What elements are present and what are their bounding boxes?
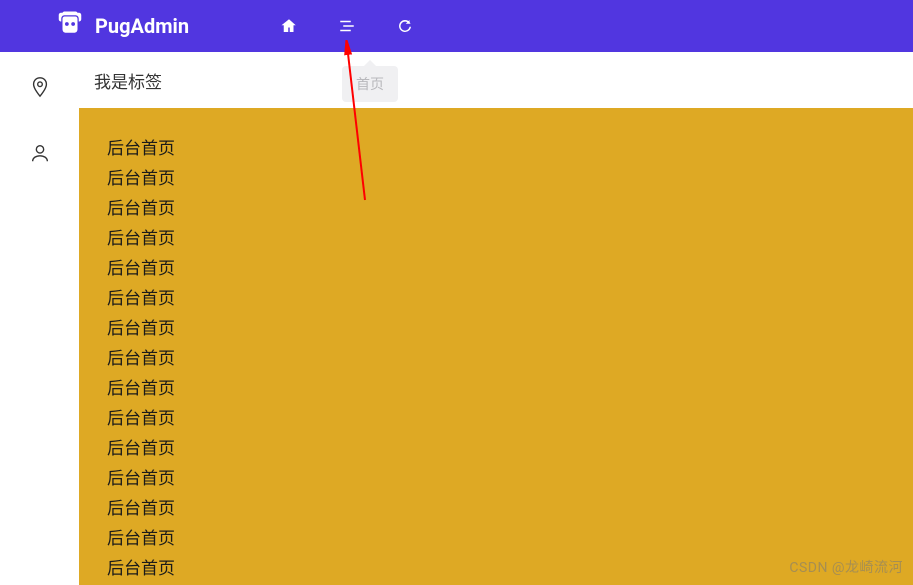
user-icon[interactable] [29, 142, 51, 168]
content-line: 后台首页 [107, 524, 885, 554]
home-icon[interactable] [280, 17, 298, 35]
watermark: CSDN @龙崎流河 [789, 557, 903, 577]
main-area: 我是标签 首页 后台首页后台首页后台首页后台首页后台首页后台首页后台首页后台首页… [79, 52, 913, 585]
header-icon-bar [260, 17, 414, 35]
content-line: 后台首页 [107, 464, 885, 494]
app-name: PugAdmin [95, 14, 189, 38]
content-line: 后台首页 [107, 284, 885, 314]
location-icon[interactable] [29, 76, 51, 102]
tooltip-text: 首页 [356, 77, 384, 93]
menu-icon[interactable] [338, 17, 356, 35]
tab-label: 我是标签 [94, 68, 162, 93]
content-line: 后台首页 [107, 404, 885, 434]
content-line: 后台首页 [107, 434, 885, 464]
content-line: 后台首页 [107, 344, 885, 374]
tab-bar: 我是标签 首页 [79, 52, 913, 108]
logo-area[interactable]: PugAdmin [0, 9, 260, 43]
content-line: 后台首页 [107, 194, 885, 224]
body-layout: 我是标签 首页 后台首页后台首页后台首页后台首页后台首页后台首页后台首页后台首页… [0, 52, 913, 585]
content-line: 后台首页 [107, 254, 885, 284]
tooltip: 首页 [342, 66, 398, 102]
content-line: 后台首页 [107, 224, 885, 254]
content-line: 后台首页 [107, 314, 885, 344]
content-panel: 后台首页后台首页后台首页后台首页后台首页后台首页后台首页后台首页后台首页后台首页… [79, 108, 913, 585]
app-header: PugAdmin [0, 0, 913, 52]
content-line: 后台首页 [107, 164, 885, 194]
sidebar [0, 52, 79, 585]
content-line: 后台首页 [107, 374, 885, 404]
content-line: 后台首页 [107, 494, 885, 524]
pug-logo-icon [55, 9, 85, 43]
refresh-icon[interactable] [396, 17, 414, 35]
content-line: 后台首页 [107, 554, 885, 584]
content-line: 后台首页 [107, 134, 885, 164]
